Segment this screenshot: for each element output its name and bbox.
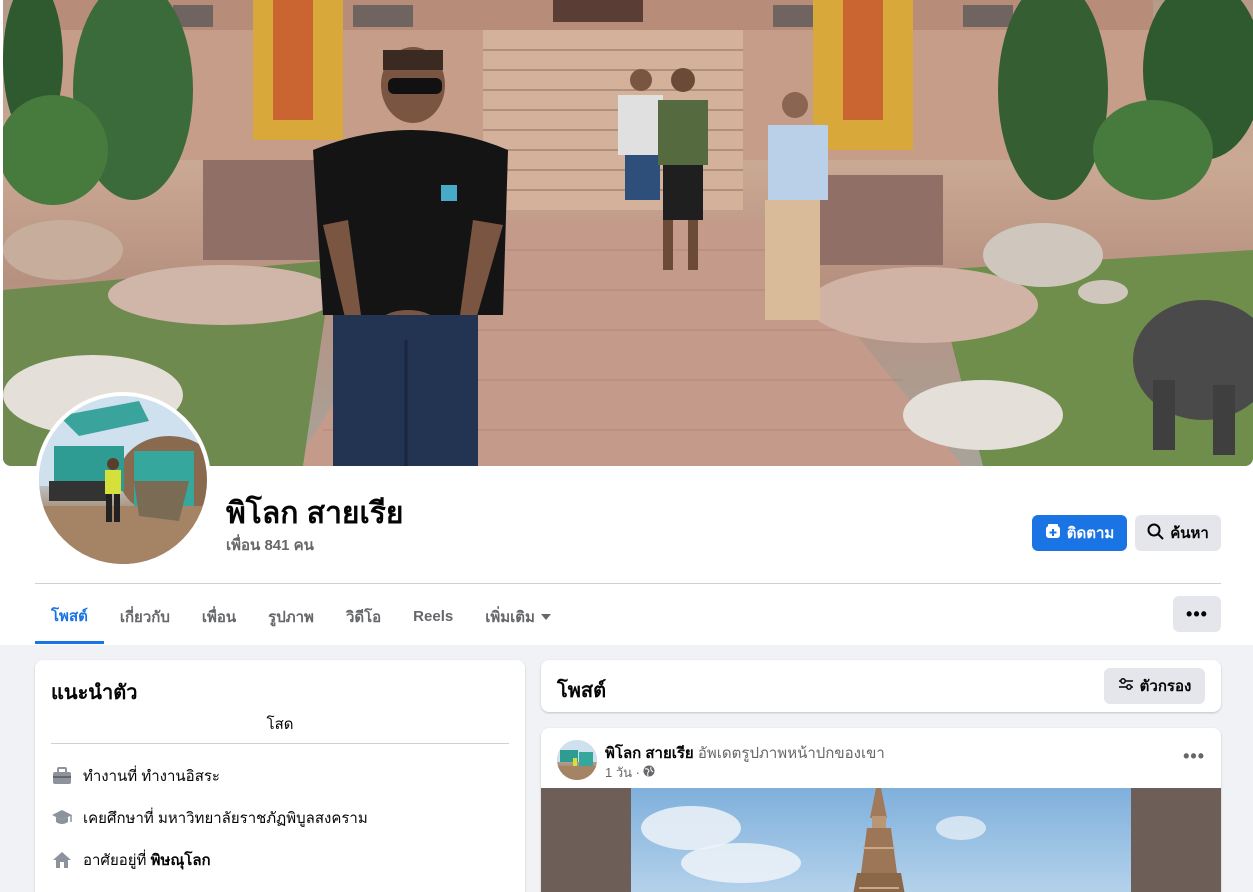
follow-button[interactable]: ติดตาม (1032, 515, 1127, 551)
post-image-photo (631, 788, 1131, 892)
friend-count[interactable]: เพื่อน 841 คน (226, 533, 314, 557)
profile-tabs: โพสต์ เกี่ยวกับ เพื่อน รูปภาพ วิดีโอ Ree… (35, 590, 567, 645)
filter-icon (1118, 677, 1134, 695)
intro-divider (51, 743, 509, 744)
tab-label: เกี่ยวกับ (119, 608, 170, 626)
filter-button[interactable]: ตัวกรอง (1104, 668, 1205, 704)
graduation-cap-icon (51, 807, 73, 829)
post-action-text: อัพเดตรูปภาพหน้าปกของเขา (697, 745, 885, 762)
post-time-text: 1 วัน · (605, 765, 640, 780)
tab-reels[interactable]: Reels (397, 590, 469, 643)
intro-bio: โสด (266, 716, 294, 733)
avatar-image (39, 396, 207, 564)
posts-header-card: โพสต์ ตัวกรอง (541, 660, 1221, 712)
intro-education: เคยศึกษาที่ มหาวิทยาลัยราชภัฏพิบูลสงคราม (51, 806, 368, 830)
globe-icon (643, 765, 655, 780)
work-value: ทำงานอิสระ (141, 768, 220, 785)
post-image[interactable] (541, 788, 1221, 892)
more-options-button[interactable]: ••• (1173, 596, 1221, 632)
tab-label: เพิ่มเติม (485, 608, 535, 626)
cover-photo-illustration (3, 0, 1253, 466)
tab-label: รูปภาพ (268, 608, 314, 626)
post-author-avatar[interactable] (557, 740, 597, 780)
home-icon (51, 849, 73, 871)
intro-title: แนะนำตัว (51, 682, 138, 704)
work-prefix: ทำงานที่ (83, 768, 138, 785)
edu-value[interactable]: มหาวิทยาลัยราชภัฏพิบูลสงคราม (158, 810, 368, 827)
tab-label: โพสต์ (51, 607, 88, 625)
intro-home: อาศัยอยู่ที่ พิษณุโลก (51, 848, 211, 872)
header-divider (35, 583, 1221, 584)
filter-label: ตัวกรอง (1139, 678, 1192, 695)
profile-avatar[interactable] (35, 392, 211, 568)
follow-icon (1045, 523, 1061, 543)
tab-label: วิดีโอ (345, 608, 382, 626)
home-value[interactable]: พิษณุโลก (151, 852, 211, 869)
briefcase-icon (51, 765, 73, 787)
tab-friends[interactable]: เพื่อน (186, 590, 252, 643)
search-icon (1147, 523, 1164, 544)
post-timestamp[interactable]: 1 วัน · (605, 762, 655, 783)
tab-label: เพื่อน (201, 608, 237, 626)
profile-name: พิโลก สายเรีย (226, 497, 404, 530)
post-options-icon[interactable]: ••• (1183, 746, 1205, 767)
posts-title: โพสต์ (557, 680, 607, 702)
tab-photos[interactable]: รูปภาพ (252, 590, 330, 643)
follow-label: ติดตาม (1066, 525, 1115, 542)
caret-down-icon (540, 608, 551, 625)
intro-work: ทำงานที่ ทำงานอิสระ (51, 764, 220, 788)
home-prefix: อาศัยอยู่ที่ (83, 852, 147, 869)
tab-videos[interactable]: วิดีโอ (330, 590, 397, 643)
search-label: ค้นหา (1170, 525, 1209, 542)
search-button[interactable]: ค้นหา (1135, 515, 1221, 551)
post-card: พิโลก สายเรีย อัพเดตรูปภาพหน้าปกของเขา 1… (541, 728, 1221, 892)
post-author-name[interactable]: พิโลก สายเรีย (605, 745, 694, 762)
cover-photo[interactable] (3, 0, 1253, 466)
tab-posts[interactable]: โพสต์ (35, 590, 104, 644)
tab-label: Reels (413, 608, 454, 625)
ellipsis-icon: ••• (1186, 603, 1208, 624)
tab-about[interactable]: เกี่ยวกับ (104, 590, 186, 643)
tab-more[interactable]: เพิ่มเติม (469, 590, 567, 643)
edu-prefix: เคยศึกษาที่ (83, 810, 154, 827)
